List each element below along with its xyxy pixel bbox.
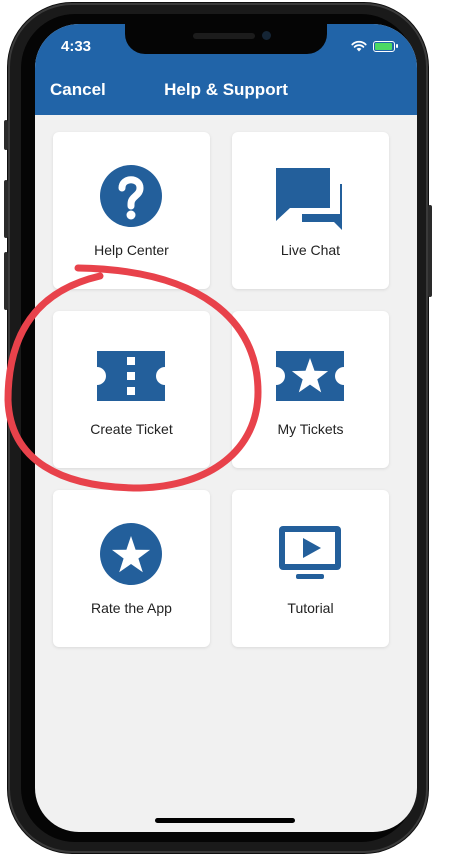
chat-bubbles-icon [276,168,342,230]
notch [125,24,327,54]
my-tickets-tile[interactable]: My Tickets [232,311,389,468]
tutorial-tile[interactable]: Tutorial [232,490,389,647]
tile-label: Live Chat [280,242,341,258]
video-play-icon [279,526,341,579]
volume-down-button [4,252,8,310]
tile-label: Rate the App [91,600,172,616]
home-indicator [155,818,295,823]
cancel-button[interactable]: Cancel [50,80,106,100]
tile-label: Help Center [94,242,169,258]
help-center-tile[interactable]: Help Center [53,132,210,289]
live-chat-tile[interactable]: Live Chat [232,132,389,289]
silent-switch [4,120,8,150]
ticket-icon [97,351,165,401]
wifi-icon [351,40,367,52]
tile-label: Tutorial [287,600,334,616]
rate-the-app-tile[interactable]: Rate the App [53,490,210,647]
ticket-star-icon [276,351,344,401]
tile-label: Create Ticket [90,421,173,437]
status-time: 4:33 [61,38,92,55]
create-ticket-tile[interactable]: Create Ticket [53,311,210,468]
volume-up-button [4,180,8,238]
status-icons [351,40,398,52]
phone-screen: 4:33 Cancel Help & Support Help Center L… [35,24,417,832]
battery-icon [373,40,398,52]
tile-label: My Tickets [277,421,344,437]
star-circle-icon [100,523,162,585]
nav-header: 4:33 Cancel Help & Support [35,24,417,115]
power-button [428,205,432,297]
question-circle-icon [100,165,162,227]
